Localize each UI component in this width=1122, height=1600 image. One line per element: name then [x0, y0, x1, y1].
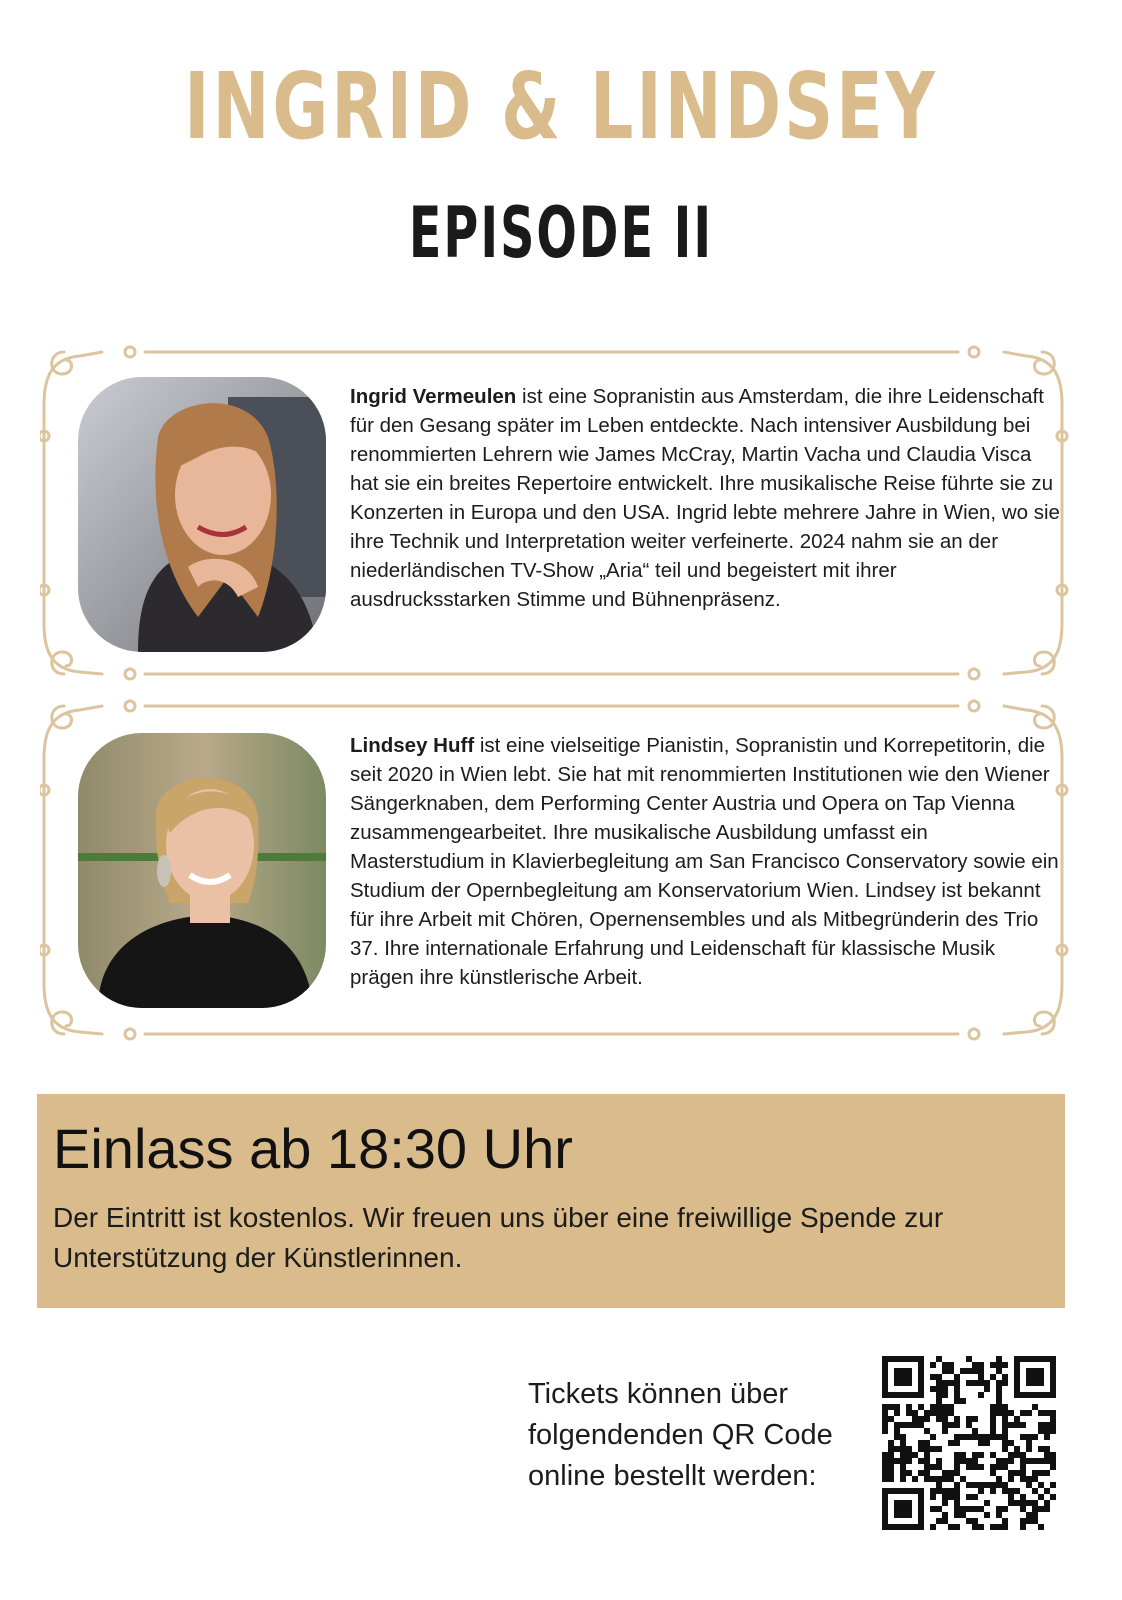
bio-name: Ingrid Vermeulen [350, 385, 517, 408]
bio-text-lindsey: Lindsey Huff ist eine vielseitige Pianis… [350, 731, 1060, 992]
bio-card-lindsey: Lindsey Huff ist eine vielseitige Pianis… [40, 698, 1070, 1044]
photo-ingrid [78, 377, 326, 652]
portrait-icon [78, 733, 326, 1008]
photo-lindsey [78, 733, 326, 1008]
bio-name: Lindsey Huff [350, 734, 475, 757]
admission-time-heading: Einlass ab 18:30 Uhr [53, 1117, 573, 1180]
event-subtitle: EPISODE II [408, 192, 714, 274]
admission-note: Der Eintritt ist kostenlos. Wir freuen u… [53, 1202, 944, 1273]
admission-info-box: Einlass ab 18:30 Uhr Der Eintritt ist ko… [37, 1094, 1065, 1308]
bio-card-ingrid: Ingrid Vermeulen ist eine Sopranistin au… [40, 344, 1070, 684]
tickets-text: Tickets können über folgendenden QR Code… [528, 1378, 833, 1492]
bio-text-ingrid: Ingrid Vermeulen ist eine Sopranistin au… [350, 382, 1060, 614]
qr-code-icon[interactable] [882, 1356, 1056, 1530]
bio-body: ist eine vielseitige Pianistin, Sopranis… [350, 734, 1059, 989]
event-title: INGRID & LINDSEY [184, 53, 938, 160]
bio-body: ist eine Sopranistin aus Amsterdam, die … [350, 385, 1060, 611]
portrait-icon [78, 377, 326, 652]
